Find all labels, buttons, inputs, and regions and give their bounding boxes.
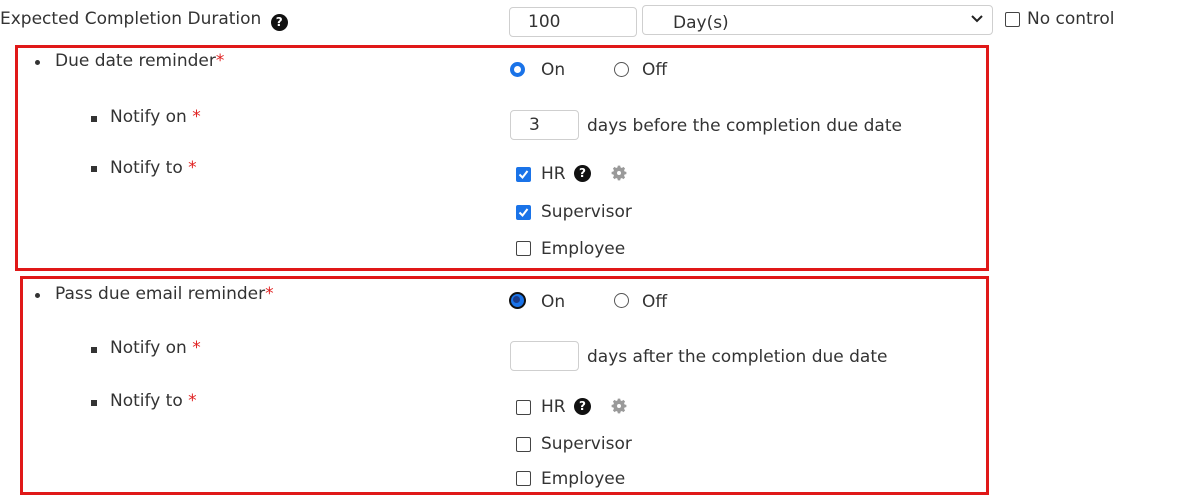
- duration-unit-value: Day(s): [673, 13, 729, 33]
- no-control-checkbox[interactable]: [1005, 12, 1020, 27]
- due-reminder-off-radio[interactable]: [614, 62, 629, 77]
- pass-due-reminder-section: [20, 276, 989, 495]
- bullet: [35, 60, 40, 65]
- duration-unit-select[interactable]: Day(s): [642, 5, 993, 35]
- due-hr-label: HR: [541, 164, 566, 184]
- pass-notify-to-label: Notify to *: [110, 391, 197, 411]
- due-hr-checkbox[interactable]: [516, 167, 531, 182]
- due-employee-checkbox[interactable]: [516, 241, 531, 256]
- pass-due-off-label: Off: [642, 292, 668, 312]
- pass-due-on-radio[interactable]: [509, 292, 526, 309]
- sub-bullet: [91, 400, 97, 406]
- pass-days-suffix: days after the completion due date: [587, 347, 888, 367]
- pass-due-off-radio[interactable]: [614, 293, 629, 308]
- chevron-down-icon: [970, 10, 984, 30]
- help-icon[interactable]: ?: [574, 165, 591, 182]
- duration-value-input[interactable]: 100: [509, 7, 637, 37]
- duration-value: 100: [528, 12, 561, 32]
- due-reminder-title: Due date reminder*: [55, 51, 225, 71]
- due-reminder-off-label: Off: [642, 60, 668, 80]
- sub-bullet: [91, 116, 97, 122]
- expected-duration-label: Expected Completion Duration: [0, 9, 262, 29]
- pass-notify-on-label: Notify on *: [110, 338, 201, 358]
- sub-bullet: [91, 166, 97, 172]
- due-reminder-on-label: On: [541, 60, 566, 80]
- gear-icon[interactable]: [610, 164, 628, 187]
- sub-bullet: [91, 347, 97, 353]
- due-employee-label: Employee: [541, 239, 626, 259]
- due-supervisor-label: Supervisor: [541, 202, 632, 222]
- pass-hr-checkbox[interactable]: [516, 400, 531, 415]
- expected-duration-row: Expected Completion Duration ?: [0, 8, 288, 31]
- pass-supervisor-label: Supervisor: [541, 434, 632, 454]
- pass-due-title: Pass due email reminder*: [55, 284, 274, 304]
- due-reminder-on-radio[interactable]: [510, 62, 525, 77]
- pass-days-input[interactable]: [510, 341, 579, 371]
- pass-employee-label: Employee: [541, 469, 626, 489]
- help-icon[interactable]: ?: [270, 14, 288, 31]
- pass-hr-label: HR: [541, 397, 566, 417]
- pass-due-on-label: On: [541, 292, 566, 312]
- pass-supervisor-checkbox[interactable]: [516, 437, 531, 452]
- help-icon[interactable]: ?: [574, 398, 591, 415]
- due-days-suffix: days before the completion due date: [587, 116, 902, 136]
- due-notify-on-label: Notify on *: [110, 107, 201, 127]
- bullet: [35, 293, 40, 298]
- due-days-input[interactable]: 3: [510, 110, 579, 140]
- pass-employee-checkbox[interactable]: [516, 471, 531, 486]
- due-days-value: 3: [529, 115, 540, 135]
- due-supervisor-checkbox[interactable]: [516, 205, 531, 220]
- due-notify-to-label: Notify to *: [110, 158, 197, 178]
- gear-icon[interactable]: [610, 397, 628, 420]
- no-control-label: No control: [1027, 9, 1115, 29]
